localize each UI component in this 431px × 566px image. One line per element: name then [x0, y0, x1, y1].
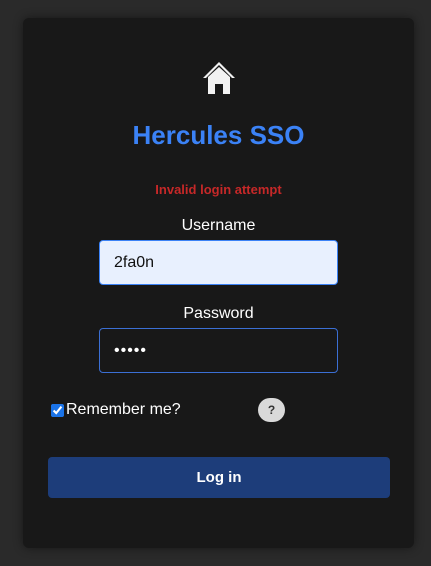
login-button[interactable]: Log in — [48, 457, 390, 498]
help-button[interactable]: ? — [258, 398, 285, 422]
app-title: Hercules SSO — [132, 120, 305, 150]
remember-me-label[interactable]: Remember me? — [66, 401, 181, 419]
login-card: Hercules SSO Invalid login attempt Usern… — [23, 18, 414, 548]
remember-me-row: Remember me? — [51, 401, 181, 419]
home-icon — [203, 62, 235, 94]
password-label: Password — [183, 305, 254, 322]
username-field[interactable] — [99, 240, 338, 285]
remember-me-checkbox[interactable] — [51, 403, 64, 417]
username-label: Username — [181, 217, 256, 234]
password-field[interactable] — [99, 328, 338, 373]
error-message: Invalid login attempt — [155, 182, 282, 197]
